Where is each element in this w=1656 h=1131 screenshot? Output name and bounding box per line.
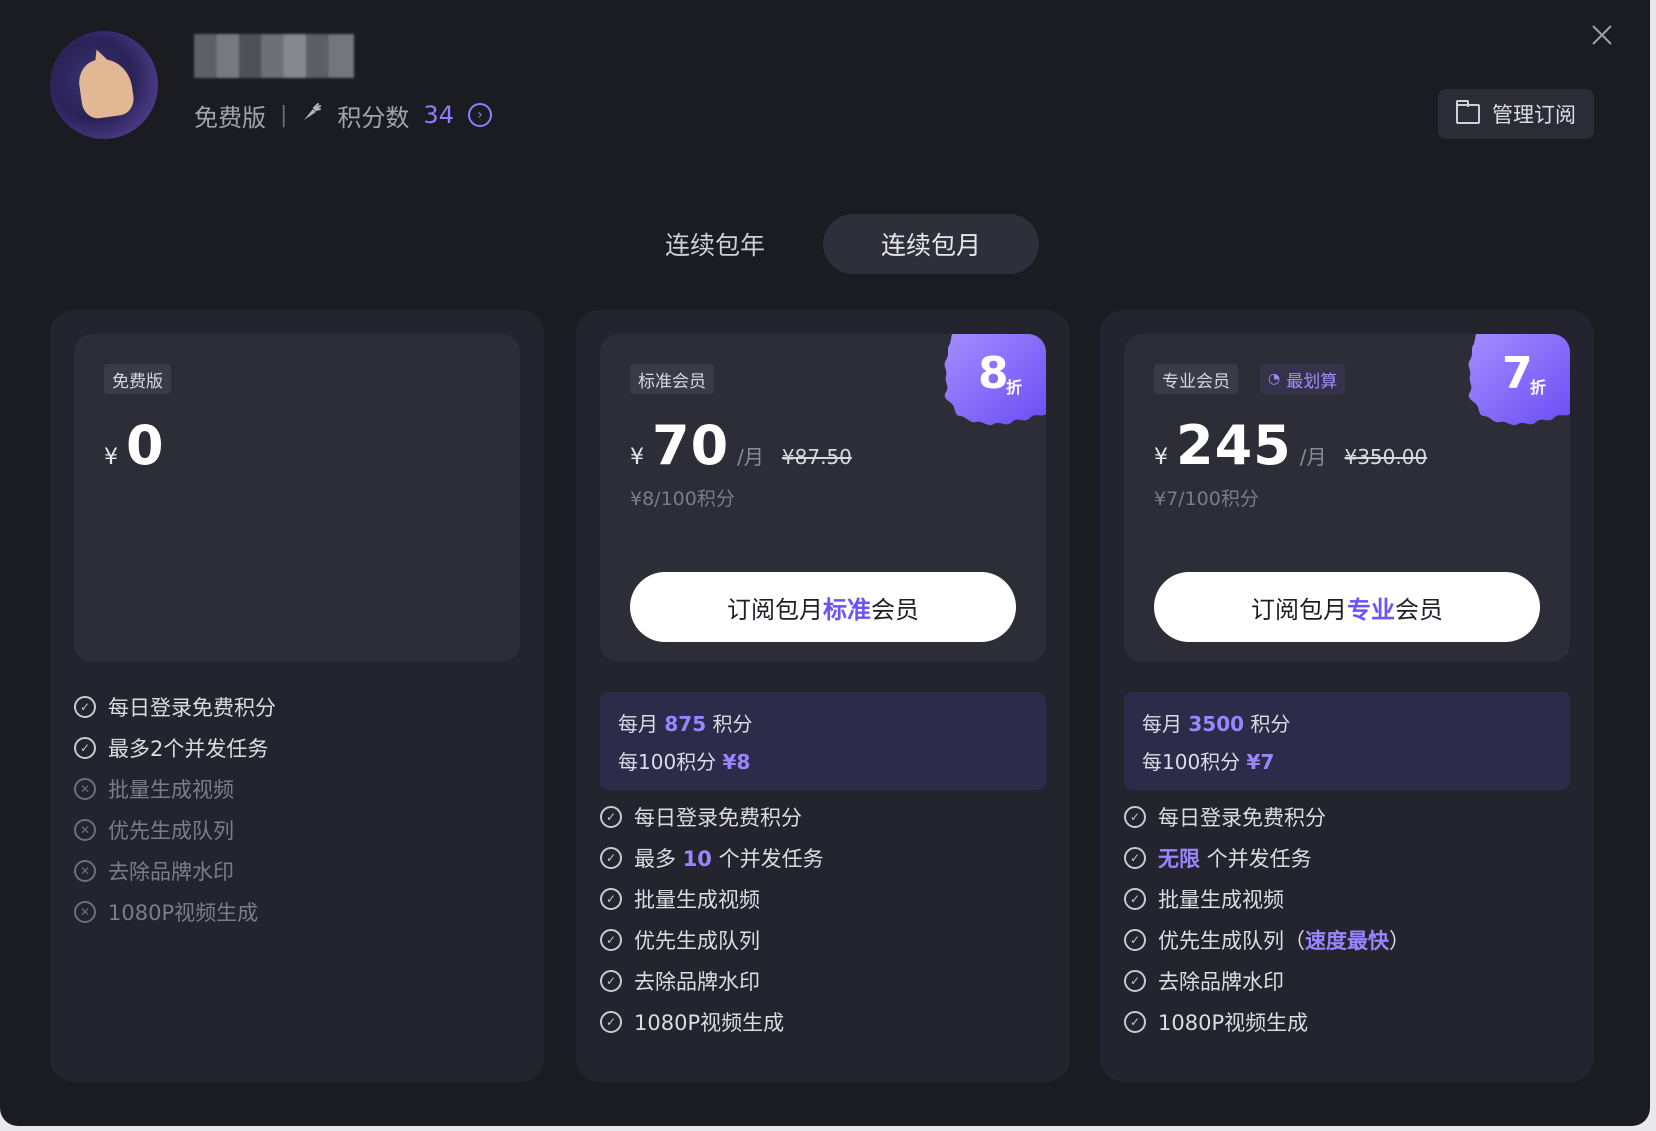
- subscribe-pro-button[interactable]: 订阅包月 专业 会员: [1154, 572, 1540, 642]
- credit-summary: 每月 3500 积分 每100积分 ¥7: [1124, 692, 1570, 790]
- fire-icon: ◔: [1268, 371, 1281, 387]
- feature-item: ✓ 最多2个并发任务: [74, 733, 268, 763]
- subscription-modal: 免费版 | 积分数 34 › 管理订阅 连续包年 连续包月 免费版 ¥ 0 ✓ 每…: [0, 0, 1650, 1126]
- price: ¥ 245 /月 ¥350.00: [1154, 414, 1427, 477]
- tab-monthly[interactable]: 连续包月: [823, 214, 1039, 274]
- plan-tag: 专业会员: [1154, 364, 1238, 394]
- feature-item: ✓ 优先生成队列（速度最快）: [1124, 925, 1410, 955]
- plan-header: 标准会员 ¥ 70 /月 ¥87.50 ¥8/100积分 订阅包月 标准 会员 8 …: [600, 334, 1046, 662]
- feature-item: ✓ 1080P视频生成: [1124, 1007, 1308, 1037]
- x-circle-icon: ✕: [74, 901, 96, 923]
- plan-card-free: 免费版 ¥ 0 ✓ 每日登录免费积分 ✓ 最多2个并发任务 ✕ 批量生成视频 ✕ 优先生…: [50, 310, 544, 1082]
- check-circle-icon: ✓: [1124, 970, 1146, 992]
- plan-card-pro: 专业会员 ◔ 最划算 ¥ 245 /月 ¥350.00 ¥7/100积分 订阅包月…: [1100, 310, 1594, 1082]
- points-value: 34: [423, 101, 454, 129]
- unit-price: ¥8/100积分: [630, 488, 735, 510]
- chevron-right-icon[interactable]: ›: [467, 103, 492, 127]
- feature-item: ✓ 去除品牌水印: [1124, 966, 1284, 996]
- avatar: [50, 31, 158, 139]
- feature-item: ✕ 去除品牌水印: [74, 856, 234, 886]
- best-value-tag: ◔ 最划算: [1260, 364, 1346, 394]
- subscribe-standard-button[interactable]: 订阅包月 标准 会员: [630, 572, 1016, 642]
- price-amount: 0: [126, 414, 165, 477]
- avatar-horse: [76, 55, 136, 121]
- credit-rate: 每100积分 ¥7: [1142, 750, 1275, 774]
- feature-item: ✓ 批量生成视频: [600, 884, 760, 914]
- feature-item: ✓ 每日登录免费积分: [600, 802, 802, 832]
- price: ¥ 0: [104, 414, 165, 477]
- check-circle-icon: ✓: [600, 929, 622, 951]
- plan-label: 免费版: [194, 103, 266, 132]
- plan-tag: 免费版: [104, 364, 171, 394]
- feature-item: ✓ 优先生成队列: [600, 925, 760, 955]
- feature-item: ✕ 批量生成视频: [74, 774, 234, 804]
- check-circle-icon: ✓: [1124, 929, 1146, 951]
- points-label: 积分数: [337, 103, 410, 132]
- check-circle-icon: ✓: [1124, 806, 1146, 828]
- check-circle-icon: ✓: [74, 696, 96, 718]
- check-circle-icon: ✓: [600, 888, 622, 910]
- feature-item: ✓ 批量生成视频: [1124, 884, 1284, 914]
- feature-item: ✕ 1080P视频生成: [74, 897, 258, 927]
- discount-badge: 7 折: [1466, 334, 1570, 430]
- check-circle-icon: ✓: [600, 847, 622, 869]
- original-price: ¥87.50: [781, 445, 852, 469]
- plan-header: 免费版 ¥ 0: [74, 334, 520, 662]
- currency: ¥: [1154, 445, 1168, 470]
- feature-item: ✓ 每日登录免费积分: [1124, 802, 1326, 832]
- check-circle-icon: ✓: [600, 970, 622, 992]
- price-period: /月: [737, 445, 764, 469]
- x-circle-icon: ✕: [74, 860, 96, 882]
- check-circle-icon: ✓: [74, 737, 96, 759]
- discount-unit: 折: [1530, 378, 1547, 397]
- carrot-icon: [301, 101, 323, 129]
- discount-number: 7: [1502, 348, 1533, 399]
- username-redacted: [194, 34, 354, 78]
- manage-subscription-label: 管理订阅: [1492, 103, 1576, 127]
- unit-price: ¥7/100积分: [1154, 488, 1259, 510]
- check-circle-icon: ✓: [600, 806, 622, 828]
- check-circle-icon: ✓: [1124, 888, 1146, 910]
- meta-separator: |: [280, 102, 288, 128]
- feature-item: ✓ 最多 10 个并发任务: [600, 843, 824, 873]
- check-circle-icon: ✓: [1124, 847, 1146, 869]
- price-amount: 245: [1176, 414, 1292, 477]
- close-icon[interactable]: [1586, 22, 1618, 54]
- price: ¥ 70 /月 ¥87.50: [630, 414, 852, 477]
- feature-item: ✓ 1080P视频生成: [600, 1007, 784, 1037]
- feature-item: ✓ 无限 个并发任务: [1124, 843, 1312, 873]
- currency: ¥: [630, 445, 644, 470]
- manage-subscription-button[interactable]: 管理订阅: [1438, 89, 1594, 139]
- discount-number: 8: [978, 348, 1009, 399]
- feature-item: ✓ 每日登录免费积分: [74, 692, 276, 722]
- plan-tag: 标准会员: [630, 364, 714, 394]
- price-amount: 70: [652, 414, 730, 477]
- discount-badge: 8 折: [942, 334, 1046, 430]
- x-circle-icon: ✕: [74, 819, 96, 841]
- check-circle-icon: ✓: [1124, 1011, 1146, 1033]
- check-circle-icon: ✓: [600, 1011, 622, 1033]
- monthly-credits: 每月 875 积分: [618, 712, 753, 736]
- currency: ¥: [104, 445, 118, 470]
- feature-item: ✓ 去除品牌水印: [600, 966, 760, 996]
- folder-icon: [1456, 100, 1480, 124]
- credit-rate: 每100积分 ¥8: [618, 750, 751, 774]
- user-meta: 免费版 | 积分数 34 ›: [194, 98, 492, 132]
- credit-summary: 每月 875 积分 每100积分 ¥8: [600, 692, 1046, 790]
- monthly-credits: 每月 3500 积分: [1142, 712, 1291, 736]
- plan-card-standard: 标准会员 ¥ 70 /月 ¥87.50 ¥8/100积分 订阅包月 标准 会员 8 …: [576, 310, 1070, 1082]
- price-period: /月: [1299, 445, 1327, 469]
- feature-item: ✕ 优先生成队列: [74, 815, 234, 845]
- x-circle-icon: ✕: [74, 778, 96, 800]
- tab-yearly[interactable]: 连续包年: [607, 214, 823, 274]
- original-price: ¥350.00: [1344, 445, 1428, 469]
- discount-unit: 折: [1006, 378, 1023, 397]
- plan-header: 专业会员 ◔ 最划算 ¥ 245 /月 ¥350.00 ¥7/100积分 订阅包月…: [1124, 334, 1570, 662]
